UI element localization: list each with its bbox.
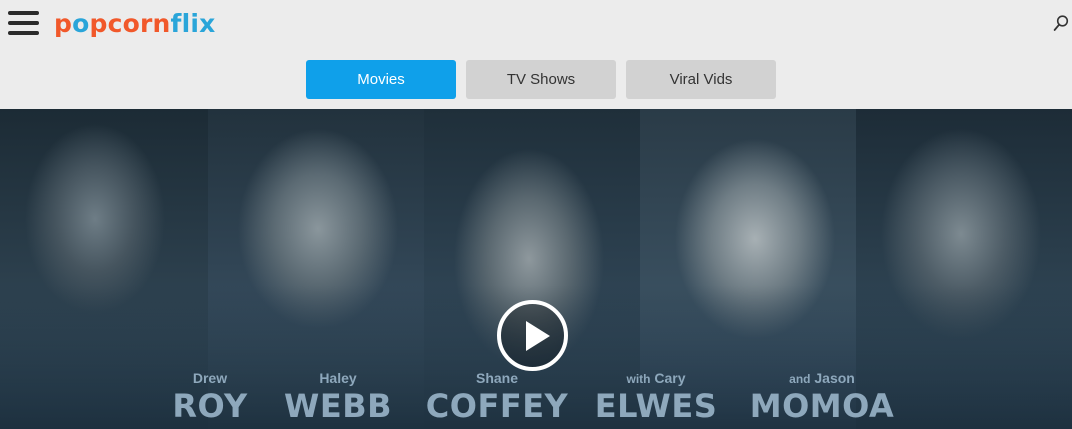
cast-first-name: Drew	[192, 370, 228, 386]
cast-last-name: ROY	[172, 387, 248, 425]
cast-last-name: COFFEY	[425, 387, 569, 425]
cast-last-name: WEBB	[284, 387, 392, 425]
cast-credit-momoa: and Jason MOMOA	[748, 370, 896, 424]
cast-first-name: and Jason	[789, 370, 855, 386]
play-icon	[526, 321, 550, 351]
content-tabs: Movies TV Shows Viral Vids	[306, 60, 776, 99]
tab-tv-shows[interactable]: TV Shows	[466, 60, 616, 99]
tab-movies[interactable]: Movies	[306, 60, 456, 99]
cast-last-name: MOMOA	[749, 387, 895, 425]
cast-last-name: ELWES	[594, 387, 718, 425]
cast-first-name: Shane	[475, 370, 518, 386]
popcornflix-logo[interactable]: popcornflix	[54, 8, 215, 40]
cast-first-name: with Cary	[626, 370, 686, 386]
play-button[interactable]	[497, 300, 568, 371]
cast-credit-coffey: Shane COFFEY	[422, 370, 572, 424]
tab-viral-vids[interactable]: Viral Vids	[626, 60, 776, 99]
search-icon[interactable]	[1053, 14, 1069, 32]
cast-first-name: Haley	[319, 370, 357, 386]
hamburger-menu-icon[interactable]	[8, 11, 39, 35]
cast-credit-webb: Haley WEBB	[278, 370, 398, 424]
cast-credit-roy: Drew ROY	[150, 370, 270, 424]
cast-credit-elwes: with Cary ELWES	[588, 370, 724, 424]
top-bar: popcornflix	[0, 0, 1072, 52]
